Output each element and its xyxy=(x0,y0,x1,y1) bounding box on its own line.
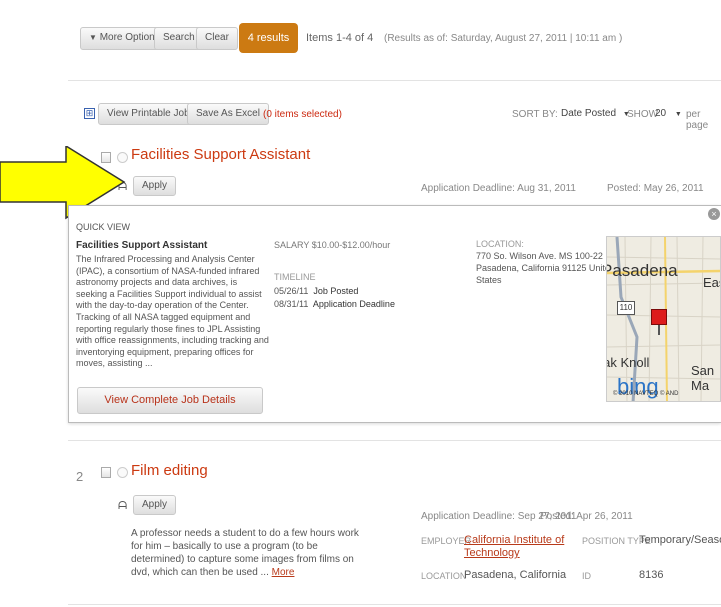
map-pin-stem xyxy=(658,325,660,335)
job-radio[interactable] xyxy=(117,467,128,478)
map-label-east: Eas xyxy=(703,275,720,290)
sort-by-select[interactable]: Date Posted ▼ xyxy=(561,108,630,119)
map-copyright: © 2010 NAVTEQ © AND xyxy=(613,391,679,397)
view-complete-job-details-button[interactable]: View Complete Job Details xyxy=(77,387,263,414)
divider xyxy=(68,604,721,605)
map-pin-icon xyxy=(651,309,667,325)
quick-view-job-title: Facilities Support Assistant xyxy=(76,240,208,251)
divider xyxy=(68,440,721,441)
location-line: 770 So. Wilson Ave. MS 100-22 xyxy=(476,251,603,261)
timeline-item: 08/31/11 Application Deadline xyxy=(274,299,395,309)
binoculars-icon: ᗩ xyxy=(118,500,128,512)
salary: SALARY $10.00-$12.00/hour xyxy=(274,240,391,250)
map-label-oak-knoll: Oak Knoll xyxy=(607,355,650,370)
job-title-link[interactable]: Film editing xyxy=(131,462,208,479)
id-label: ID xyxy=(582,571,591,581)
job-number: 2 xyxy=(76,469,84,484)
route-shield: 110 xyxy=(617,301,635,315)
save-as-excel-button[interactable]: Save As Excel xyxy=(187,103,269,125)
timeline-label: TIMELINE xyxy=(274,272,316,282)
triangle-down-icon: ▼ xyxy=(89,33,97,42)
apply-button[interactable]: Apply xyxy=(133,495,177,515)
quick-view-description: The Infrared Processing and Analysis Cen… xyxy=(76,254,269,369)
items-selected: (0 items selected) xyxy=(263,109,342,120)
close-icon[interactable]: × xyxy=(708,208,720,220)
location-label: LOCATION: xyxy=(476,239,524,249)
location-line: States xyxy=(476,275,502,285)
posted-date: Posted: May 26, 2011 xyxy=(607,183,704,194)
job-description: A professor needs a student to do a few … xyxy=(131,528,359,578)
divider xyxy=(68,80,721,81)
id-value: 8136 xyxy=(639,569,664,581)
timeline-item: 05/26/11 Job Posted xyxy=(274,286,359,296)
results-as-of: (Results as of: Saturday, August 27, 201… xyxy=(384,33,623,44)
posted-date: Posted: Apr 26, 2011 xyxy=(540,511,633,522)
apply-button[interactable]: Apply xyxy=(133,176,177,196)
show-select[interactable]: 20 ▼ xyxy=(655,108,682,119)
items-range: Items 1-4 of 4 xyxy=(306,32,374,44)
expand-view-icon[interactable]: ⊞ xyxy=(84,108,95,119)
quick-view-heading: QUICK VIEW xyxy=(76,222,131,232)
location-label: LOCATION xyxy=(421,571,467,581)
map-label-city: Pasadena xyxy=(606,261,678,280)
job-title-link[interactable]: Facilities Support Assistant xyxy=(131,146,310,163)
clear-button[interactable]: Clear xyxy=(196,27,238,50)
location-line: Pasadena, California 91125 United xyxy=(476,263,615,273)
position-type: Temporary/Seasonal, xyxy=(639,534,721,546)
show-label: SHOW xyxy=(627,109,659,120)
sort-by-label: SORT BY: xyxy=(512,109,558,120)
location-value: Pasadena, California xyxy=(464,569,567,581)
application-deadline: Application Deadline: Aug 31, 2011 xyxy=(421,183,576,194)
per-page-label: per page xyxy=(686,109,709,131)
more-link[interactable]: More xyxy=(272,567,295,578)
job-checkbox[interactable] xyxy=(101,467,111,478)
dropdown-arrow-icon: ▼ xyxy=(674,111,682,118)
employer-link[interactable]: California Institute of xyxy=(464,534,564,546)
employer-link[interactable]: Technology xyxy=(464,547,520,559)
map-label-san-ma: San Ma xyxy=(691,363,715,393)
location-map[interactable]: Pasadena Eas 110 Oak Knoll San Ma bing ©… xyxy=(606,236,721,402)
results-badge: 4 results xyxy=(239,23,298,53)
